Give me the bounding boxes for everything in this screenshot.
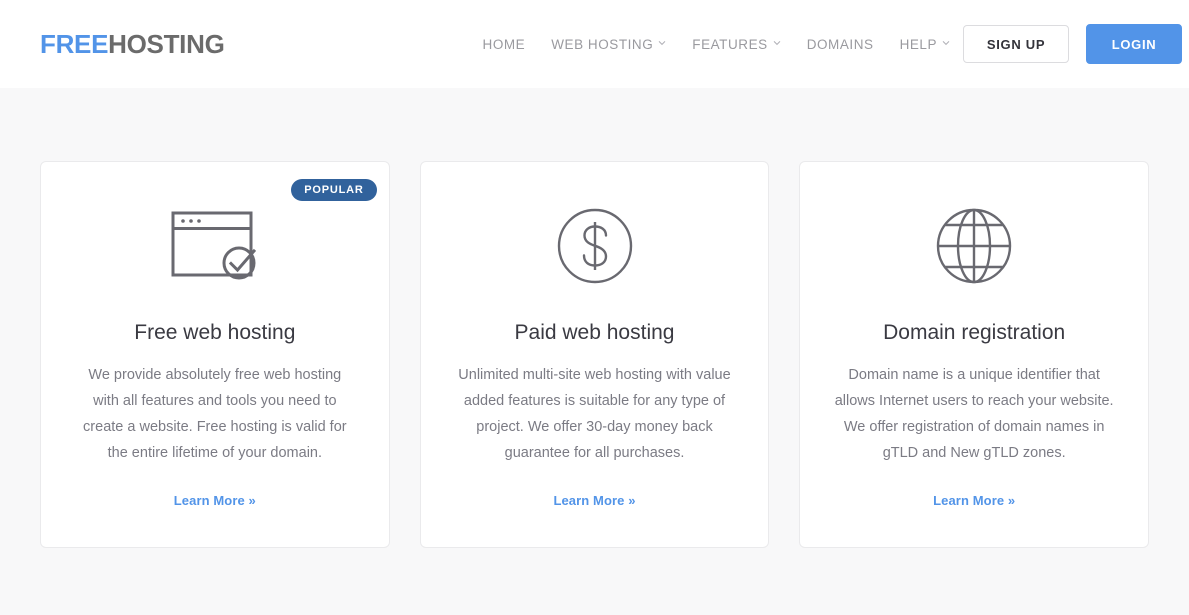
status-badge: POPULAR bbox=[291, 179, 377, 201]
feature-card-domain-registration[interactable]: Domain registration Domain name is a uni… bbox=[799, 161, 1150, 548]
chevron-down-icon bbox=[773, 39, 781, 47]
main-content: POPULAR Free web hosting We provide abso… bbox=[0, 88, 1189, 548]
card-title: Free web hosting bbox=[134, 321, 296, 344]
browser-check-icon bbox=[65, 202, 365, 290]
header-actions: SIGN UP LOGIN bbox=[963, 24, 1183, 64]
nav-item-label: HELP bbox=[899, 36, 938, 52]
nav-item-label: DOMAINS bbox=[806, 36, 874, 52]
logo-text-hosting: HOSTING bbox=[108, 29, 225, 59]
feature-card-paid-web-hosting[interactable]: Paid web hosting Unlimited multi-site we… bbox=[419, 161, 770, 548]
card-description: Domain name is a unique identifier that … bbox=[834, 367, 1114, 462]
learn-more-link[interactable]: Learn More » bbox=[933, 493, 1015, 508]
nav-item-label: FEATURES bbox=[692, 36, 768, 52]
feature-card-row: POPULAR Free web hosting We provide abso… bbox=[40, 161, 1150, 548]
dollar-circle-icon bbox=[445, 202, 745, 290]
learn-more-link[interactable]: Learn More » bbox=[174, 493, 256, 508]
main-navigation: HOME WEB HOSTING FEATURES DOMAINS HELP bbox=[470, 37, 964, 52]
site-logo[interactable]: FREEHOSTING bbox=[40, 31, 225, 57]
nav-item-home[interactable]: HOME bbox=[470, 37, 539, 52]
card-description: Unlimited multi-site web hosting with va… bbox=[458, 367, 731, 462]
login-button[interactable]: LOGIN bbox=[1086, 24, 1183, 64]
nav-item-features[interactable]: FEATURES bbox=[679, 37, 793, 52]
logo-text-free: FREE bbox=[40, 29, 109, 59]
globe-icon bbox=[824, 202, 1124, 290]
card-title: Paid web hosting bbox=[514, 321, 675, 344]
nav-item-label: HOME bbox=[482, 36, 526, 52]
card-description: We provide absolutely free web hosting w… bbox=[83, 367, 347, 462]
nav-item-domains[interactable]: DOMAINS bbox=[794, 37, 887, 52]
nav-item-web-hosting[interactable]: WEB HOSTING bbox=[538, 37, 679, 52]
chevron-down-icon bbox=[942, 39, 950, 47]
site-header: FREEHOSTING HOME WEB HOSTING FEATURES DO… bbox=[0, 0, 1189, 88]
chevron-down-icon bbox=[658, 39, 666, 47]
nav-item-label: WEB HOSTING bbox=[551, 36, 654, 52]
nav-item-help[interactable]: HELP bbox=[887, 37, 963, 52]
feature-card-free-web-hosting[interactable]: POPULAR Free web hosting We provide abso… bbox=[40, 161, 390, 548]
card-title: Domain registration bbox=[883, 321, 1066, 344]
sign-up-button[interactable]: SIGN UP bbox=[963, 25, 1070, 63]
learn-more-link[interactable]: Learn More » bbox=[553, 493, 635, 508]
